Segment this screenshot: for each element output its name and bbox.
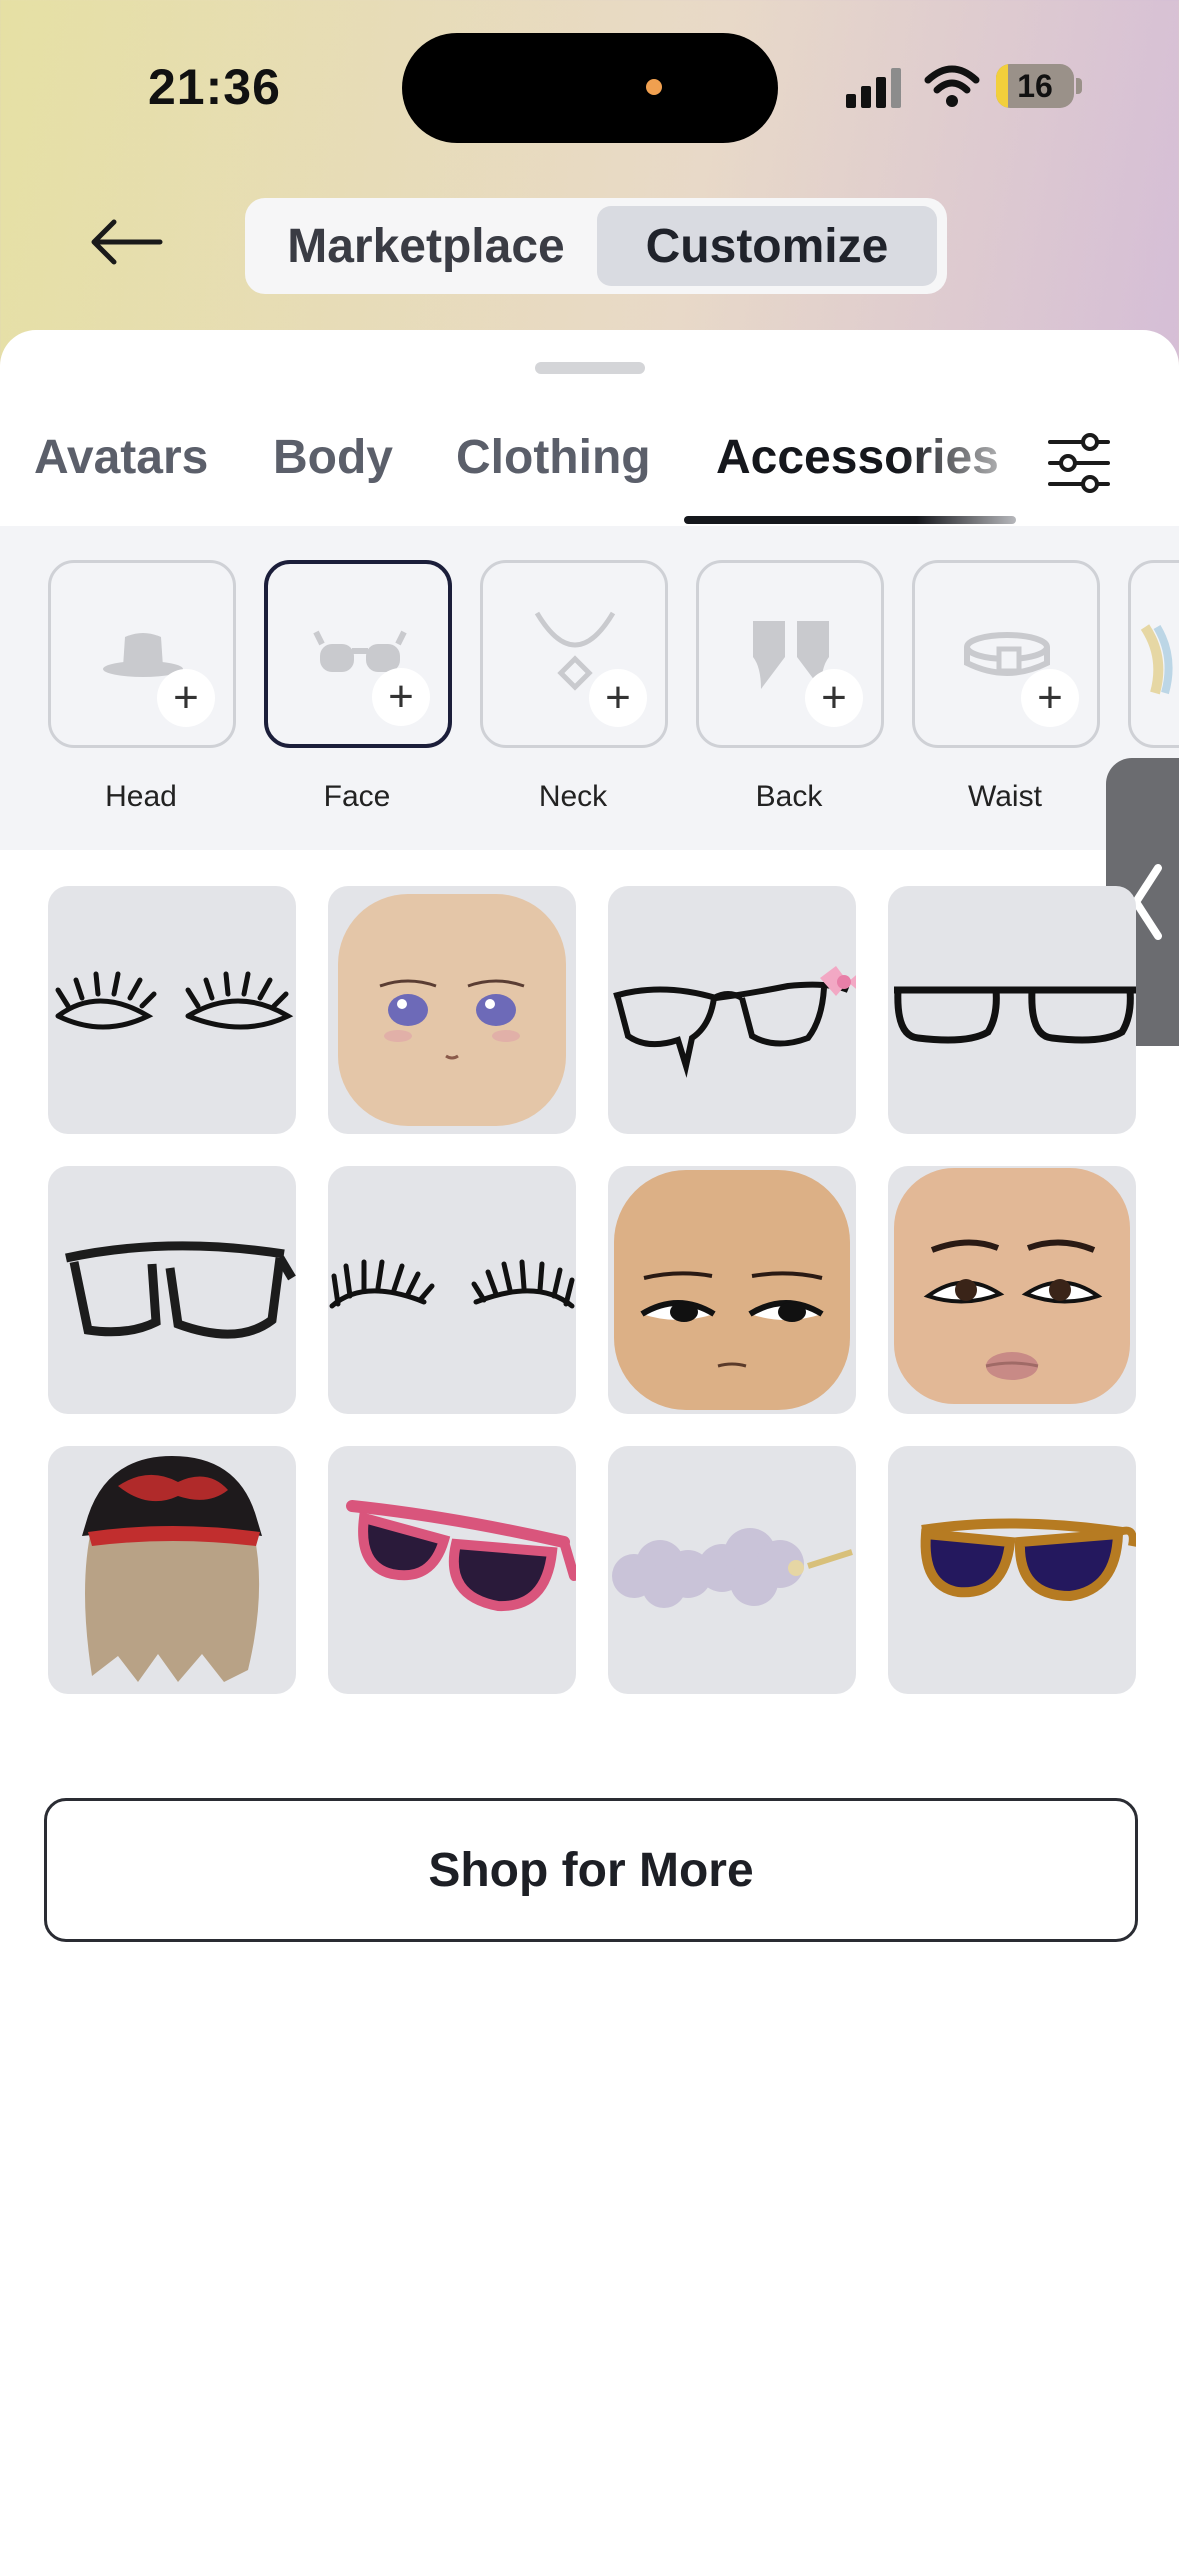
item-tile[interactable] xyxy=(608,1446,856,1694)
item-tile[interactable] xyxy=(328,1446,576,1694)
add-icon: + xyxy=(372,668,430,726)
cellular-signal-icon xyxy=(846,68,902,108)
subcategory-strip: + Head + Face + Neck + Back + Waist xyxy=(0,526,1179,850)
filter-sliders-icon[interactable] xyxy=(1046,430,1112,496)
battery-icon: 16 xyxy=(996,64,1074,108)
add-icon: + xyxy=(157,669,215,727)
subcategory-face[interactable]: + Face xyxy=(264,560,452,814)
tabs-fade xyxy=(900,420,1040,520)
cap-hair-icon xyxy=(82,1456,262,1682)
add-icon: + xyxy=(1021,669,1079,727)
item-tile[interactable] xyxy=(608,1166,856,1414)
subcategory-label: Head xyxy=(105,780,177,813)
gold-sunglasses-icon xyxy=(920,1518,1136,1602)
item-tile[interactable] xyxy=(608,886,856,1134)
sleepy-face-icon xyxy=(614,1170,850,1410)
active-tab-indicator xyxy=(684,516,1016,524)
view-switcher: Marketplace Customize xyxy=(245,198,947,294)
subcategory-head[interactable]: + Head xyxy=(48,560,236,814)
arrow-left-icon xyxy=(91,219,163,265)
subcategory-label: Neck xyxy=(538,780,608,813)
segment-customize[interactable]: Customize xyxy=(597,206,937,286)
black-glasses-icon xyxy=(894,986,1136,1044)
item-tile[interactable] xyxy=(888,1166,1136,1414)
wifi-icon xyxy=(924,65,980,107)
add-icon: + xyxy=(805,669,863,727)
subcategory-label: Back xyxy=(755,780,823,813)
item-tile[interactable] xyxy=(888,886,1136,1134)
drip-glasses-bow-icon xyxy=(613,966,856,1078)
tab-clothing[interactable]: Clothing xyxy=(456,430,651,485)
pink-sunglasses-icon xyxy=(346,1500,576,1612)
add-icon: + xyxy=(589,669,647,727)
battery-percent: 16 xyxy=(1017,68,1053,104)
cloud-glasses-icon xyxy=(612,1528,853,1608)
sheet-grabber[interactable] xyxy=(535,362,645,374)
back-button[interactable] xyxy=(88,212,164,272)
subcategory-label: Face xyxy=(323,780,391,813)
tab-avatars[interactable]: Avatars xyxy=(34,430,208,485)
item-tile[interactable] xyxy=(48,1166,296,1414)
black-wide-glasses-icon xyxy=(65,1241,296,1339)
long-lashes-icon xyxy=(329,1259,575,1309)
subcategory-waist[interactable]: + Waist xyxy=(912,560,1100,814)
shoulder-icon xyxy=(1140,624,1173,695)
subcategory-label: Waist xyxy=(968,780,1042,813)
item-tile[interactable] xyxy=(48,886,296,1134)
bottom-sheet: Avatars Body Clothing Accessories + Head… xyxy=(0,330,1179,2556)
item-tile[interactable] xyxy=(328,1166,576,1414)
subcategory-back[interactable]: + Back xyxy=(696,560,884,814)
shop-for-more-button[interactable]: Shop for More xyxy=(44,1798,1138,1942)
subcategory-neck[interactable]: + Neck xyxy=(480,560,668,814)
item-tile[interactable] xyxy=(48,1446,296,1694)
tab-body[interactable]: Body xyxy=(273,430,393,485)
item-tile[interactable] xyxy=(328,886,576,1134)
item-tile[interactable] xyxy=(888,1446,1136,1694)
makeup-face-icon xyxy=(894,1168,1130,1404)
segment-marketplace[interactable]: Marketplace xyxy=(253,206,599,286)
status-time: 21:36 xyxy=(148,59,281,115)
dynamic-island xyxy=(402,33,778,143)
camera-indicator-icon xyxy=(646,79,662,95)
lashes-eyeliner-icon xyxy=(55,971,294,1030)
anime-face-icon xyxy=(338,894,566,1126)
subcategory-shoulder[interactable] xyxy=(1128,560,1179,748)
battery-cap xyxy=(1076,78,1082,94)
